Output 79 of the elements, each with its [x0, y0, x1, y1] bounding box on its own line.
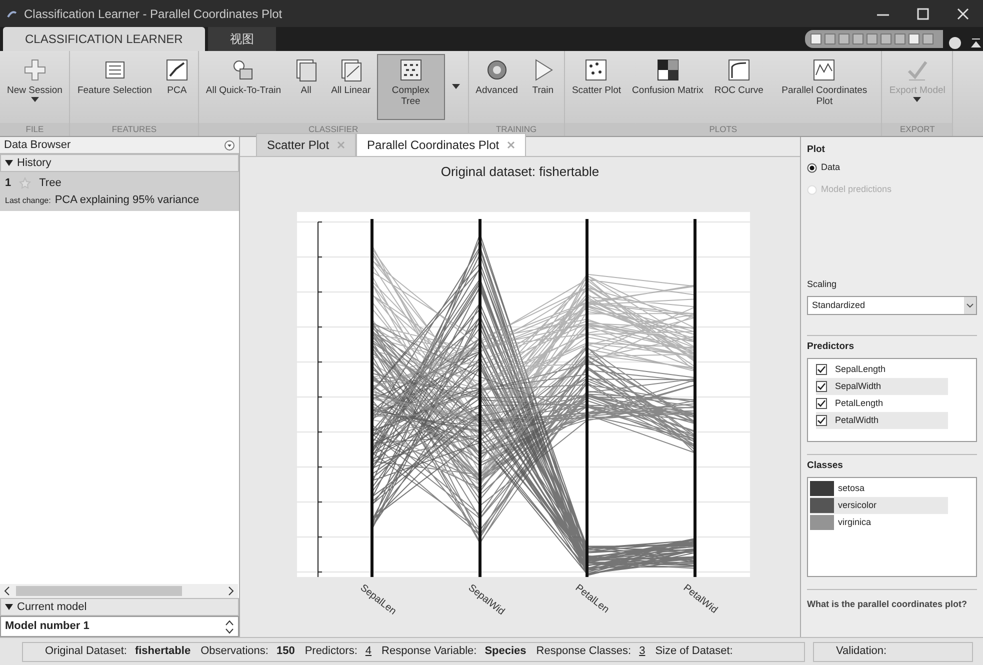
status-label: Original Dataset:	[45, 644, 127, 660]
document-tab[interactable]: Scatter Plot	[256, 133, 356, 156]
chevron-down-icon	[964, 296, 976, 314]
status-label: Validation:	[836, 644, 887, 660]
model-name: Tree	[39, 176, 62, 191]
plus-icon	[22, 57, 48, 83]
star-icon[interactable]	[19, 177, 32, 190]
status-label: Predictors:	[304, 644, 358, 660]
predictor-item[interactable]: SepalLength	[816, 361, 948, 378]
class-label: versicolor	[838, 499, 877, 512]
class-label: setosa	[838, 482, 865, 495]
ribbon-button[interactable]: New Session	[2, 54, 68, 120]
checkbox-icon	[816, 398, 827, 409]
ribbon-button[interactable]: PCA	[158, 54, 196, 120]
plot-title: Original dataset: fishertable	[440, 163, 600, 181]
checkbox-icon	[816, 415, 827, 426]
grid-icon	[654, 57, 681, 83]
section-title: Classes	[807, 459, 844, 473]
triangle-icon	[5, 159, 13, 167]
radio-icon	[807, 163, 817, 173]
dropdown-field[interactable]: Standardized	[807, 296, 977, 315]
ribbon-button[interactable]: Complex Tree	[376, 54, 445, 120]
model-select[interactable]: Model number 1	[0, 616, 239, 637]
help-link[interactable]: What is the parallel coordinates plot?	[807, 598, 977, 612]
status-value: Species	[484, 644, 526, 660]
section-label: FEATURES	[70, 123, 198, 136]
curve-icon	[726, 57, 752, 83]
ribbon-button[interactable]: All Linear	[326, 54, 376, 120]
status-label: Response Classes:	[536, 644, 632, 660]
field-label: Scaling	[807, 278, 838, 292]
radio-option: Model predictions	[807, 182, 977, 196]
radio-option[interactable]: Data	[807, 161, 977, 175]
model-number: 1	[5, 176, 12, 191]
section-label: FILE	[0, 123, 70, 136]
panel-title: Data Browser	[4, 138, 71, 153]
status-value: fishertable	[134, 644, 191, 660]
last-change: PCA explaining 95% variance	[54, 192, 200, 208]
horizontal-scrollbar[interactable]	[0, 584, 238, 598]
ribbon-button[interactable]: Feature Selection	[72, 54, 157, 120]
ribbon-button[interactable]: Confusion Matrix	[627, 54, 708, 120]
scatter-icon	[583, 57, 610, 83]
class-label: virginica	[838, 516, 872, 529]
last-change-label: Last change:	[5, 194, 51, 206]
ribbon-button[interactable]: Parallel Coordinates Plot	[769, 54, 880, 120]
line-chart-icon	[811, 57, 838, 83]
section-title: Predictors	[807, 340, 855, 354]
status-label: Response Variable:	[382, 644, 477, 660]
ribbon-button[interactable]: Train	[524, 54, 562, 120]
radio-icon	[807, 184, 817, 194]
spinner-icon[interactable]	[225, 620, 234, 634]
window-title: Classification Learner - Parallel Coordinates Plot	[24, 6, 284, 22]
status-label: Size of Dataset:	[655, 644, 733, 660]
predictor-item[interactable]: PetalLength	[816, 395, 948, 412]
ribbon-button[interactable]: Advanced	[470, 54, 523, 120]
status-link[interactable]: 3	[639, 643, 646, 660]
ribbon-button[interactable]: All Quick-To-Train	[200, 54, 286, 120]
triangle-icon	[5, 603, 13, 611]
checkbox-icon	[816, 381, 827, 392]
caret-icon	[452, 84, 460, 90]
section-label: EXPORT	[882, 123, 952, 136]
section-title: Plot	[807, 143, 826, 157]
history-item[interactable]: 1 Tree Last change: PCA explaining 95% variance	[0, 172, 239, 211]
status-label: Observations:	[200, 644, 268, 660]
predictor-item[interactable]: SepalWidth	[816, 378, 948, 395]
toolstrip-tab[interactable]: 视图	[208, 27, 276, 51]
ribbon-button[interactable]: All	[287, 54, 326, 120]
status-link[interactable]: 4	[365, 643, 372, 660]
checkbox-icon	[816, 364, 827, 375]
chart-icon	[164, 57, 190, 83]
status-value: 150	[276, 644, 295, 660]
toolstrip-tab[interactable]: CLASSIFICATION LEARNER	[3, 27, 205, 51]
predictor-item[interactable]: PetalWidth	[816, 412, 948, 429]
ribbon-button[interactable]: Scatter Plot	[566, 54, 626, 120]
expand-icon[interactable]	[224, 140, 235, 150]
section-label: PLOTS	[564, 123, 882, 136]
section-header[interactable]: Current model	[0, 598, 239, 616]
ribbon-button[interactable]: ROC Curve	[709, 54, 768, 120]
document-tab[interactable]: Parallel Coordinates Plot	[356, 133, 526, 156]
section-header[interactable]: History	[0, 154, 239, 172]
